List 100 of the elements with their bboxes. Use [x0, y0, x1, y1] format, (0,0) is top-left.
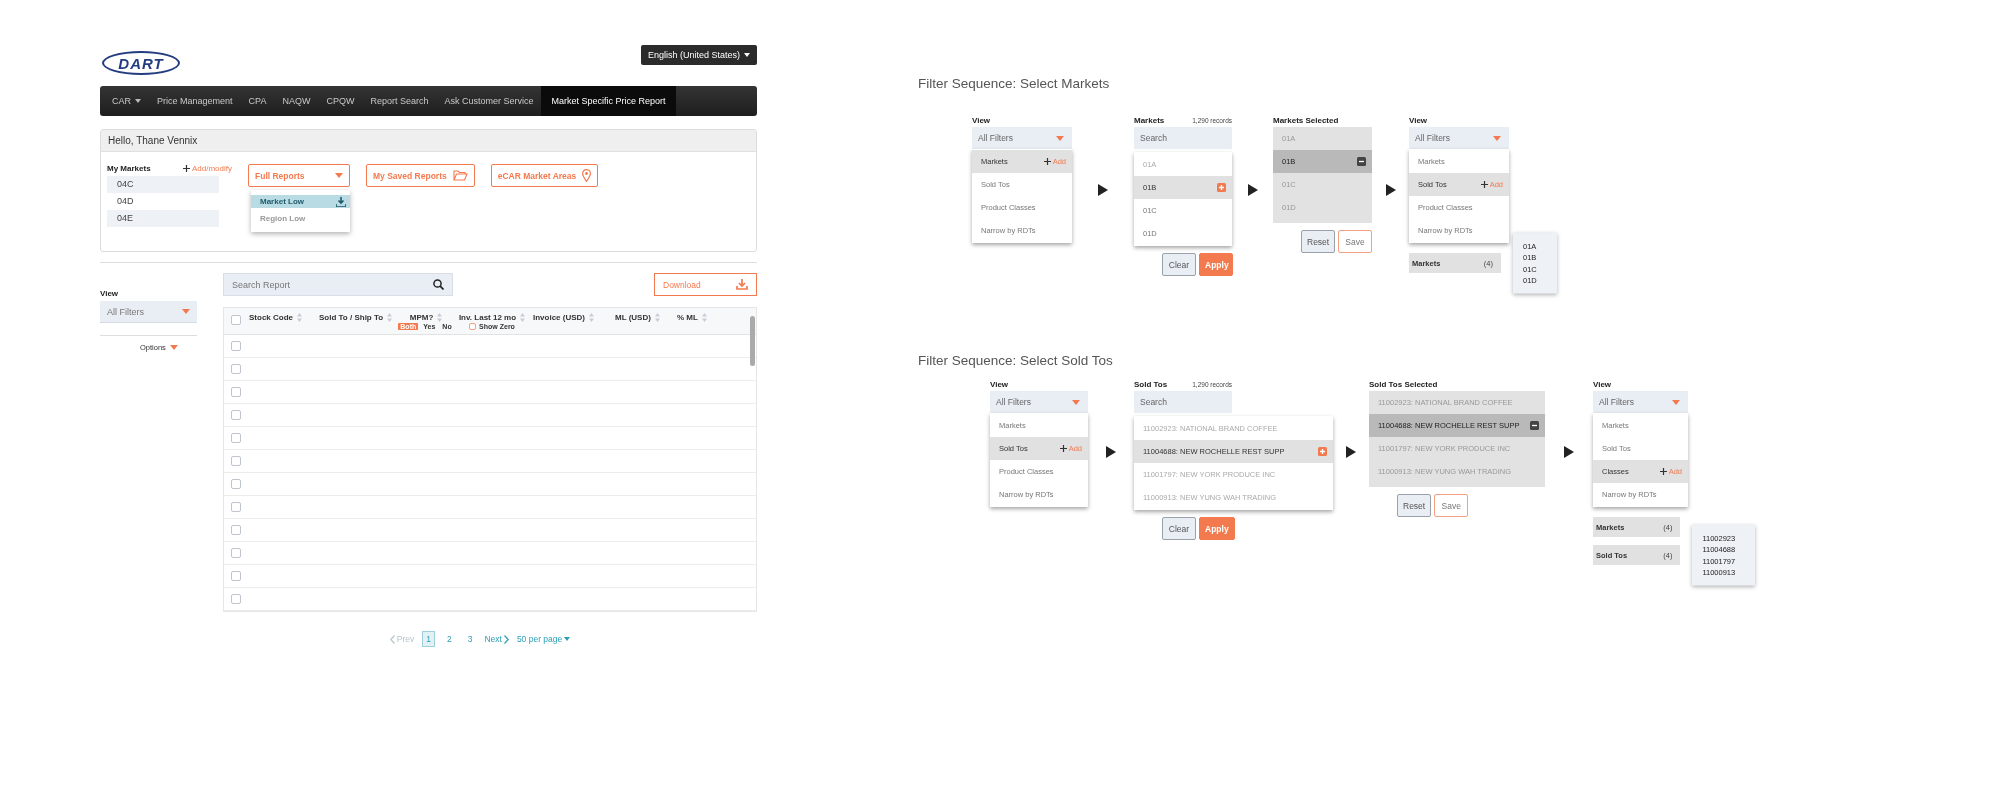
per-page-dropdown[interactable]: 50 per page: [516, 634, 571, 644]
caret-icon: [1672, 399, 1680, 405]
add-modify-link[interactable]: Add/modify: [182, 164, 232, 173]
plus-icon: [1217, 183, 1226, 192]
reports-dropdown[interactable]: Full Reports: [248, 164, 350, 187]
step-label: Sold Tos Selected: [1369, 380, 1438, 389]
step-label: View: [972, 116, 991, 125]
search-field[interactable]: Search: [1134, 127, 1232, 149]
market-item[interactable]: 04E: [107, 210, 219, 227]
row-checkbox[interactable]: [231, 341, 241, 351]
action-button[interactable]: Save: [1338, 230, 1372, 253]
nav-tab[interactable]: NAQW: [274, 86, 319, 116]
market-item[interactable]: 04C: [107, 176, 219, 193]
sort-icon[interactable]: [437, 313, 443, 322]
market-item[interactable]: 04D: [107, 193, 219, 210]
search-icon: [433, 279, 444, 290]
caret-icon: [169, 345, 178, 350]
folder-icon: [452, 170, 468, 181]
arrow-icon: [1385, 184, 1396, 196]
column-header[interactable]: Stock Code: [249, 313, 293, 322]
arrow-icon: [1247, 184, 1258, 196]
logo: DART: [102, 51, 180, 75]
row-checkbox[interactable]: [231, 548, 241, 558]
sort-icon[interactable]: [589, 313, 594, 322]
row-checkbox[interactable]: [231, 525, 241, 535]
section-title: My Markets: [107, 164, 151, 173]
chevron-right-icon: [503, 634, 509, 644]
row-checkbox[interactable]: [231, 456, 241, 466]
plus-icon: [1059, 445, 1067, 452]
caret-icon: [335, 173, 343, 178]
row-checkbox[interactable]: [231, 387, 241, 397]
column-header[interactable]: MPM?: [409, 313, 434, 322]
step-label: Markets Selected: [1273, 116, 1339, 125]
column-header[interactable]: % ML: [677, 313, 698, 322]
nav-tab[interactable]: Ask Customer Service: [436, 86, 542, 116]
action-button[interactable]: Save: [1434, 494, 1469, 517]
minus-icon: [1357, 157, 1366, 166]
page-link[interactable]: 2: [442, 631, 456, 647]
filter-dropdown[interactable]: All Filters: [990, 391, 1088, 413]
filter-dropdown[interactable]: All Filters: [1409, 127, 1509, 149]
action-button[interactable]: Reset: [1397, 494, 1432, 517]
next-link[interactable]: Next: [484, 634, 509, 644]
plus-icon: [1318, 447, 1327, 456]
sort-icon[interactable]: [297, 313, 302, 322]
page-link[interactable]: 3: [463, 631, 477, 647]
plus-icon: [1480, 181, 1488, 188]
step-label: Sold Tos: [1134, 380, 1168, 389]
row-checkbox[interactable]: [231, 502, 241, 512]
menu-item[interactable]: Market Low: [251, 195, 350, 208]
caret-icon: [1493, 135, 1501, 141]
search-field[interactable]: Search Report: [223, 273, 453, 296]
filter-dropdown[interactable]: All Filters: [100, 301, 197, 323]
nav-tab[interactable]: CAR: [104, 86, 149, 116]
row-checkbox[interactable]: [231, 571, 241, 581]
menu-item[interactable]: Region Low: [251, 212, 350, 225]
column-header[interactable]: ML (USD): [615, 313, 651, 322]
sort-icon[interactable]: [654, 313, 660, 322]
step-label: Markets: [1134, 116, 1165, 125]
sort-icon[interactable]: [520, 313, 526, 322]
action-button[interactable]: Clear: [1162, 253, 1196, 276]
caret-icon: [135, 99, 141, 103]
outline-button[interactable]: My Saved Reports: [366, 164, 475, 187]
download-button[interactable]: Download: [654, 273, 757, 296]
row-checkbox[interactable]: [231, 364, 241, 374]
minus-icon: [1530, 421, 1539, 430]
nav-tab[interactable]: Price Management: [149, 86, 241, 116]
nav-tab[interactable]: CPQW: [318, 86, 363, 116]
row-checkbox[interactable]: [231, 479, 241, 489]
row-checkbox[interactable]: [231, 410, 241, 420]
search-field[interactable]: Search: [1134, 391, 1232, 413]
row-checkbox[interactable]: [231, 433, 241, 443]
language-dropdown[interactable]: English (United States): [640, 45, 757, 65]
filter-dropdown[interactable]: All Filters: [972, 127, 1072, 149]
sort-icon[interactable]: [701, 313, 707, 322]
arrow-icon: [1098, 184, 1108, 196]
select-all-checkbox[interactable]: [231, 315, 241, 325]
plus-icon: [1659, 468, 1667, 475]
download-icon: [736, 279, 748, 290]
step-label: View: [1593, 380, 1612, 389]
show-zero-checkbox[interactable]: [469, 323, 477, 330]
step-label: View: [990, 380, 1009, 389]
sort-icon[interactable]: [387, 313, 393, 322]
arrow-icon: [1106, 446, 1116, 458]
plus-icon: [1043, 158, 1051, 165]
outline-button[interactable]: eCAR Market Areas: [490, 164, 599, 187]
action-button[interactable]: Clear: [1162, 517, 1196, 540]
row-checkbox[interactable]: [231, 594, 241, 604]
nav-tab[interactable]: CPA: [240, 86, 275, 116]
nav-tab[interactable]: Market Specific Price Report: [541, 86, 676, 116]
column-header[interactable]: Sold To / Ship To: [319, 313, 384, 322]
column-header[interactable]: Invoice (USD): [533, 313, 585, 322]
caret-icon: [1072, 399, 1080, 405]
filter-dropdown[interactable]: All Filters: [1593, 391, 1688, 413]
page-link[interactable]: 1: [422, 631, 435, 647]
section-title: Filter Sequence: Select Markets: [918, 76, 1111, 93]
column-header[interactable]: Inv. Last 12 mo: [458, 313, 517, 322]
pin-icon: [582, 169, 592, 182]
nav-tab[interactable]: Report Search: [362, 86, 437, 116]
action-button[interactable]: Reset: [1301, 230, 1335, 253]
arrow-icon: [1346, 446, 1356, 458]
